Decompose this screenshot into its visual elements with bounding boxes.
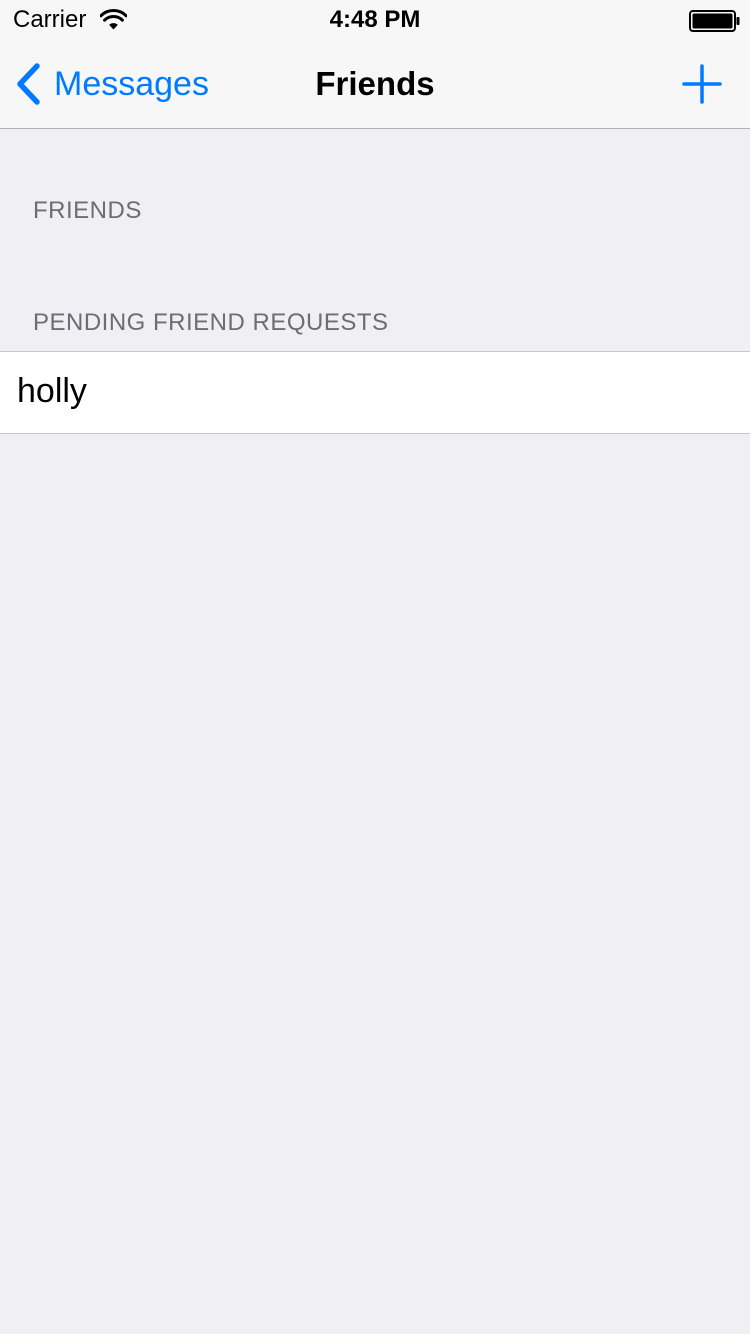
status-bar: Carrier 4:48 PM [0,0,750,40]
back-button[interactable]: Messages [14,40,209,128]
section-header-pending-requests: PENDING FRIEND REQUESTS [33,309,389,336]
section-header-friends: FRIENDS [33,197,142,224]
back-button-label: Messages [54,65,209,103]
status-time: 4:48 PM [329,6,421,33]
navigation-bar: Messages Friends [0,40,750,129]
add-friend-button[interactable] [672,54,732,114]
plus-icon [682,64,722,104]
chevron-left-icon [17,63,40,105]
pending-request-name: holly [17,372,87,410]
pending-request-row[interactable]: holly [0,351,750,434]
battery-icon [689,10,740,32]
